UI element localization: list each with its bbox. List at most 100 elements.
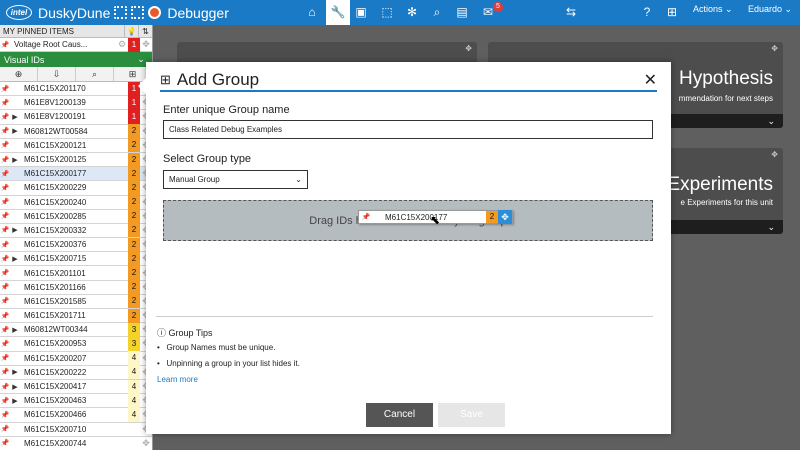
visual-id-row[interactable]: 📌M61C15X2011662✥: [0, 280, 152, 295]
pin-icon[interactable]: 📌: [0, 411, 10, 419]
move-icon[interactable]: ✥: [498, 210, 512, 224]
expand-arrow-icon[interactable]: ▶: [10, 226, 20, 234]
network-icon[interactable]: ✻: [403, 4, 421, 21]
visual-ids-header[interactable]: Visual IDs ⌄: [0, 52, 152, 67]
visual-id-row[interactable]: 📌▶M60812WT003443✥: [0, 322, 152, 338]
pin-icon[interactable]: 📌: [0, 326, 10, 334]
learn-more-link[interactable]: Learn more: [157, 375, 198, 384]
visual-id-row[interactable]: 📌▶M61C15X2002224✥: [0, 365, 152, 380]
visual-id-row[interactable]: 📌M61C15X2002852✥: [0, 209, 152, 224]
expand-arrow-icon[interactable]: ▶: [10, 127, 20, 135]
pin-icon[interactable]: 📌: [0, 212, 10, 220]
pin-icon[interactable]: 📌: [0, 439, 10, 447]
bulb-icon[interactable]: 💡: [124, 24, 138, 38]
actions-menu[interactable]: Actions ⌄: [693, 4, 733, 15]
move-icon[interactable]: ✥: [771, 150, 778, 159]
pin-icon[interactable]: 📌: [0, 85, 10, 93]
visual-id-row[interactable]: 📌M61C15X2017112✥: [0, 308, 152, 324]
visual-id-row[interactable]: 📌M61C15X200710✥: [0, 423, 152, 437]
chip-icon[interactable]: [114, 6, 128, 19]
move-icon[interactable]: ✥: [465, 44, 472, 53]
user-menu[interactable]: Eduardo ⌄: [748, 4, 792, 15]
pin-icon[interactable]: 📌: [0, 198, 10, 206]
visual-id-row[interactable]: 📌M61C15X2011012✥: [0, 266, 152, 281]
home-icon[interactable]: ⌂: [303, 4, 321, 21]
visual-id-row[interactable]: 📌M61C15X2011701✥: [0, 81, 152, 97]
chip-icon[interactable]: ▣: [352, 4, 370, 21]
chip-icon[interactable]: [131, 6, 145, 19]
visual-id-row[interactable]: 📌M61C15X2002074✥: [0, 351, 152, 366]
visual-id-row[interactable]: 📌▶M61C15X2007152✥: [0, 251, 152, 267]
pin-icon[interactable]: 📌: [0, 383, 10, 391]
search-doc-icon[interactable]: ⌕: [428, 4, 446, 21]
visual-id-row[interactable]: 📌M61C15X2002292✥: [0, 180, 152, 196]
visual-id-row[interactable]: 📌▶M61C15X2001252✥: [0, 152, 152, 168]
expand-arrow-icon[interactable]: ▶: [10, 113, 20, 121]
pin-icon[interactable]: 📌: [0, 354, 10, 362]
cube-icon[interactable]: ⬚: [378, 4, 396, 21]
chat-icon[interactable]: ✉ 5: [479, 2, 503, 21]
pin-icon[interactable]: 📌: [0, 312, 10, 320]
expand-arrow-icon[interactable]: ▶: [10, 326, 20, 334]
add-icon[interactable]: ⊕: [0, 67, 38, 81]
pin-icon[interactable]: 📌: [0, 156, 10, 164]
pin-icon[interactable]: 📌: [0, 226, 10, 234]
visual-id-row[interactable]: 📌▶M61C15X2004634✥: [0, 393, 152, 409]
expand-arrow-icon[interactable]: ▶: [10, 255, 20, 263]
gear-icon[interactable]: ⚙: [116, 39, 128, 50]
group-type-select[interactable]: Manual Group ⌄: [163, 170, 308, 189]
visual-id-row[interactable]: 📌M61E8V12001391✥: [0, 95, 152, 111]
pin-icon[interactable]: 📌: [0, 241, 10, 249]
pin-icon[interactable]: 📌: [0, 41, 10, 49]
pin-icon[interactable]: 📌: [0, 184, 10, 192]
pin-icon[interactable]: 📌: [0, 127, 10, 135]
visual-id-row[interactable]: 📌M61C15X2003762✥: [0, 237, 152, 253]
pinned-item[interactable]: 📌 Voltage Root Caus... ⚙ 1 ✥: [0, 37, 152, 52]
visual-id-row[interactable]: 📌M61C15X2002402✥: [0, 195, 152, 210]
help-icon[interactable]: ?: [638, 4, 656, 21]
pin-icon[interactable]: 📌: [0, 113, 10, 121]
visual-id-row[interactable]: 📌M61C15X2001772✥: [0, 166, 152, 182]
visual-id-row[interactable]: 📌▶M61C15X2004174✥: [0, 379, 152, 395]
debugger-icon[interactable]: [148, 6, 162, 19]
visual-id-row[interactable]: 📌 M61C15X200744 ✥: [0, 437, 152, 450]
pin-icon[interactable]: 📌: [0, 283, 10, 291]
visual-id-row[interactable]: 📌M61C15X2015852✥: [0, 294, 152, 309]
cancel-button[interactable]: Cancel: [366, 403, 433, 427]
pin-icon[interactable]: 📌: [0, 425, 10, 433]
move-icon[interactable]: ✥: [771, 44, 778, 53]
pin-icon[interactable]: 📌: [0, 340, 10, 348]
visual-id-row[interactable]: 📌▶M60812WT005842✥: [0, 124, 152, 139]
expand-arrow-icon[interactable]: ▶: [10, 368, 20, 376]
move-icon[interactable]: ✥: [140, 39, 152, 50]
group-name-input[interactable]: Class Related Debug Examples: [163, 120, 653, 139]
pin-icon[interactable]: 📌: [0, 255, 10, 263]
close-icon[interactable]: ✕: [644, 70, 657, 90]
pin-icon[interactable]: 📌: [0, 297, 10, 305]
visual-id-row[interactable]: 📌▶M61E8V12001911✥: [0, 109, 152, 125]
expand-arrow-icon[interactable]: ▶: [10, 383, 20, 391]
visual-id-row[interactable]: 📌▶M61C15X2003322✥: [0, 223, 152, 239]
save-button[interactable]: Save: [438, 403, 505, 427]
pin-icon[interactable]: 📌: [0, 368, 10, 376]
sync-icon[interactable]: ⇆: [562, 4, 580, 21]
expand-arrow-icon[interactable]: ▶: [10, 156, 20, 164]
visual-id-row[interactable]: 📌M61C15X2004664✥: [0, 407, 152, 423]
search-icon[interactable]: ⌕: [76, 67, 114, 81]
pin-icon[interactable]: 📌: [0, 170, 10, 178]
chevron-down-icon[interactable]: ⌄: [767, 116, 775, 127]
wrench-icon[interactable]: 🔧: [326, 0, 350, 25]
grid-icon[interactable]: ⊞: [663, 4, 681, 21]
expand-arrow-icon[interactable]: ▶: [10, 397, 20, 405]
visual-id-row[interactable]: 📌M61C15X2009533✥: [0, 336, 152, 352]
pin-icon[interactable]: 📌: [0, 141, 10, 149]
chevron-down-icon[interactable]: ⌄: [767, 222, 775, 233]
visual-id-row[interactable]: 📌M61C15X2001212✥: [0, 138, 152, 153]
pin-icon[interactable]: 📌: [0, 99, 10, 107]
sort-icon[interactable]: ⇅: [138, 24, 152, 38]
download-icon[interactable]: ⇩: [38, 67, 76, 81]
move-icon[interactable]: ✥: [140, 438, 152, 449]
pin-icon[interactable]: 📌: [0, 397, 10, 405]
pin-icon[interactable]: 📌: [0, 269, 10, 277]
document-icon[interactable]: ▤: [453, 4, 471, 21]
